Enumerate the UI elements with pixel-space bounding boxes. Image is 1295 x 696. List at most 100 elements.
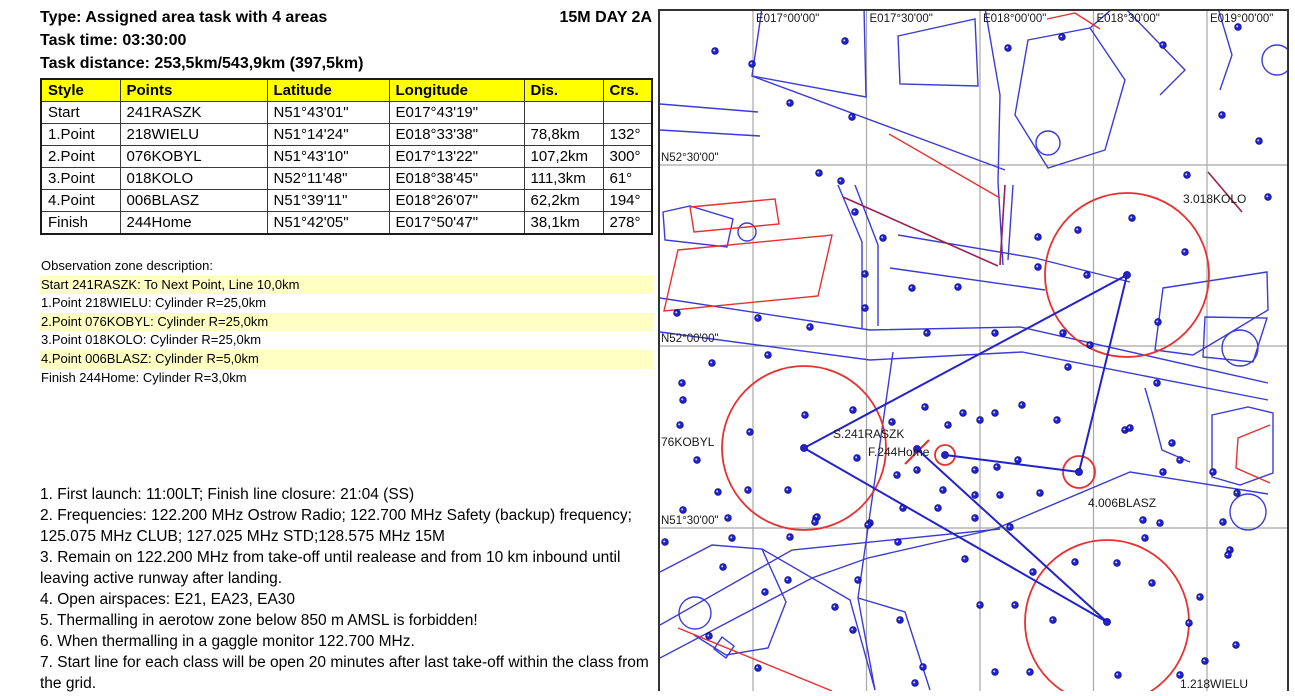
- table-cell: 006BLASZ: [120, 190, 267, 212]
- waypoint-dot-center: [839, 179, 841, 181]
- airspace-outline: [1015, 28, 1125, 168]
- column-header: Crs.: [603, 79, 652, 102]
- waypoint-dot-center: [1066, 365, 1068, 367]
- waypoint-dot-center: [881, 236, 883, 238]
- airspace-outline-red: [664, 235, 832, 311]
- waypoint-dot: [1115, 672, 1122, 679]
- table-cell: 4.Point: [41, 190, 120, 212]
- waypoint-dot-center: [978, 603, 980, 605]
- waypoint-dot: [1087, 342, 1094, 349]
- waypoint-dot-center: [978, 418, 980, 420]
- table-cell: 62,2km: [524, 190, 603, 212]
- waypoint-dot-center: [1006, 46, 1008, 48]
- task-note: 4. Open airspaces: E21, EA23, EA30: [40, 589, 660, 610]
- column-header: Longitude: [389, 79, 524, 102]
- waypoint-dot-center: [726, 516, 728, 518]
- waypoint-dot-center: [1185, 173, 1187, 175]
- waypoint-dot-center: [808, 325, 810, 327]
- waypoint-dot: [1060, 330, 1067, 337]
- table-cell: N51°43'01": [267, 102, 389, 124]
- table-cell: Start: [41, 102, 120, 124]
- waypoint-dot-center: [678, 423, 680, 425]
- waypoint-dot-center: [1183, 250, 1185, 252]
- waypoint-dot-center: [995, 465, 997, 467]
- table-row: Finish244HomeN51°42'05"E017°50'47"38,1km…: [41, 212, 652, 235]
- waypoint-dot-center: [946, 423, 948, 425]
- waypoint-dot-center: [817, 171, 819, 173]
- table-cell: 300°: [603, 146, 652, 168]
- waypoint-dot: [1035, 264, 1042, 271]
- task-cylinder-circle: [1025, 540, 1189, 691]
- waypoint-dot-center: [1150, 581, 1152, 583]
- map-point-label: 4.006BLASZ: [1088, 496, 1156, 510]
- waypoint-dot-center: [1155, 381, 1157, 383]
- waypoint-dot-center: [1266, 195, 1268, 197]
- waypoint-dot-center: [756, 666, 758, 668]
- table-cell: E018°38'45": [389, 168, 524, 190]
- waypoint-dot: [1169, 440, 1176, 447]
- waypoint-dot: [1075, 227, 1082, 234]
- table-cell: 218WIELU: [120, 124, 267, 146]
- observation-zone-line: Finish 244Home: Cylinder R=3,0km: [40, 369, 654, 388]
- waypoint-dot-center: [853, 210, 855, 212]
- task-point-dot: [1123, 271, 1130, 278]
- waypoint-dot-center: [813, 520, 815, 522]
- waypoint-dot-center: [941, 488, 943, 490]
- waypoint-dot-center: [913, 681, 915, 683]
- waypoint-dot-center: [1211, 470, 1213, 472]
- waypoint-dot-center: [748, 430, 750, 432]
- airspace-outline: [838, 185, 862, 328]
- waypoint-dot-center: [1051, 618, 1053, 620]
- waypoint-dot: [1160, 469, 1167, 476]
- waypoint-dot-center: [843, 39, 845, 41]
- waypoint-dot-center: [1130, 216, 1132, 218]
- waypoint-table: StylePointsLatitudeLongitudeDis.Crs. Sta…: [40, 78, 653, 235]
- airspace-outline: [752, 76, 1005, 170]
- airspace-outline: [858, 598, 930, 690]
- waypoint-dot: [1037, 490, 1044, 497]
- waypoint-dot-center: [890, 420, 892, 422]
- table-cell: 194°: [603, 190, 652, 212]
- waypoint-dot-center: [925, 331, 927, 333]
- waypoint-dot-center: [713, 49, 715, 51]
- waypoint-dot: [1084, 272, 1091, 279]
- waypoint-dot-center: [863, 306, 865, 308]
- waypoint-dot-center: [803, 413, 805, 415]
- waypoint-dot-center: [1028, 670, 1030, 672]
- waypoint-dot-center: [1073, 560, 1075, 562]
- airspace-circle: [679, 597, 711, 629]
- task-map: E017°00'00"E017°30'00"E018°00'00"E018°30…: [658, 9, 1290, 691]
- waypoint-dot-center: [1085, 273, 1087, 275]
- table-row: 1.Point218WIELUN51°14'24"E018°33'38"78,8…: [41, 124, 652, 146]
- waypoint-dot: [1059, 34, 1066, 41]
- table-row: 4.Point006BLASZN51°39'11"E018°26'07"62,2…: [41, 190, 652, 212]
- table-cell: 132°: [603, 124, 652, 146]
- column-header: Latitude: [267, 79, 389, 102]
- waypoint-dot-center: [1220, 113, 1222, 115]
- waypoint-dot-center: [716, 490, 718, 492]
- table-cell: N51°14'24": [267, 124, 389, 146]
- waypoint-dot-center: [786, 488, 788, 490]
- waypoint-dot-center: [998, 493, 1000, 495]
- waypoint-dot-center: [1226, 553, 1228, 555]
- airspace-outline: [985, 9, 1003, 265]
- waypoint-dot-center: [973, 468, 975, 470]
- waypoint-dot: [1186, 620, 1193, 627]
- table-cell: E018°26'07": [389, 190, 524, 212]
- table-cell: [524, 102, 603, 124]
- waypoint-dot: [1184, 172, 1191, 179]
- table-cell: N51°42'05": [267, 212, 389, 235]
- table-cell: 076KOBYL: [120, 146, 267, 168]
- waypoint-dot-center: [901, 506, 903, 508]
- waypoint-dot-center: [815, 515, 817, 517]
- airspace-outline: [1145, 388, 1190, 462]
- waypoint-dot-center: [1235, 491, 1237, 493]
- airspace-circle: [1262, 45, 1290, 75]
- airspace-outline: [1203, 317, 1267, 362]
- table-cell: E017°50'47": [389, 212, 524, 235]
- waypoint-dot-center: [1128, 426, 1130, 428]
- airspace-outline: [660, 104, 758, 112]
- waypoint-dot-center: [750, 62, 752, 64]
- grid-label-longitude: E017°30'00": [870, 13, 933, 25]
- waypoint-dot: [1202, 658, 1209, 665]
